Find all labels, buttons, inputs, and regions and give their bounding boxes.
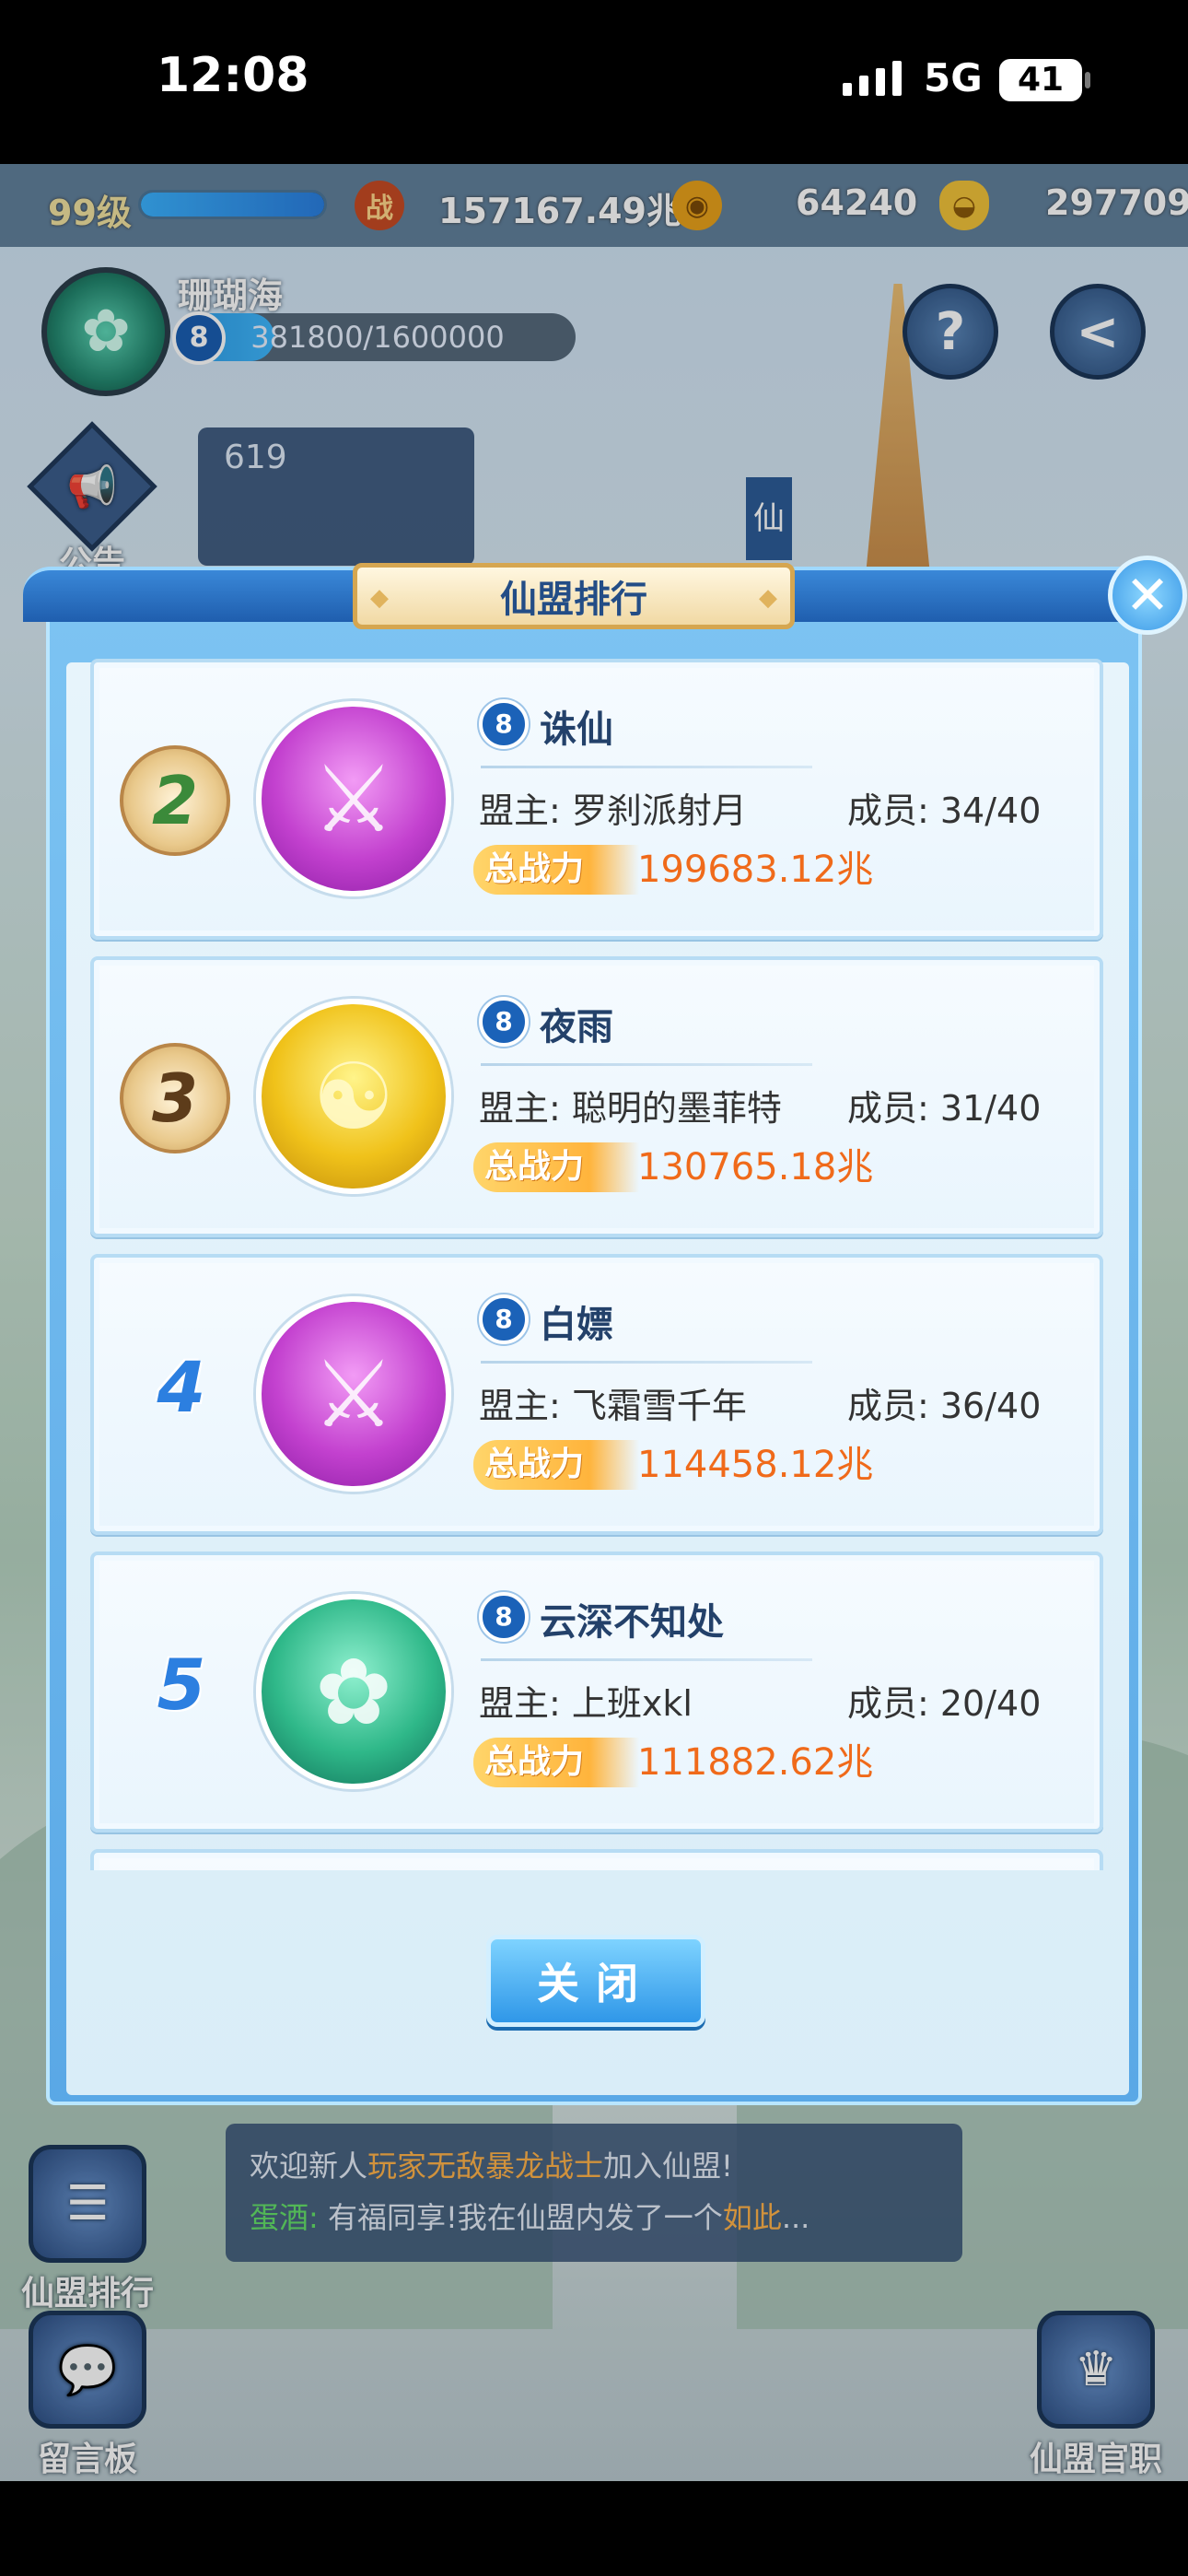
divider [481, 1658, 812, 1661]
guild-members: 成员: 20/40 [847, 1683, 1042, 1724]
power-label: 总战力 [473, 1440, 640, 1490]
battery-tip [1085, 72, 1090, 88]
guild-emblem-icon: ⚔ [256, 701, 451, 896]
ranking-row[interactable]: 4 ⚔ 8 白嫖 盟主: 飞霜雪千年 成员: 36/40 总战力 114458.… [90, 1254, 1103, 1535]
guild-power: 199683.12兆 [637, 849, 874, 891]
rank-number: 5 [157, 1644, 206, 1726]
guild-power: 114458.12兆 [637, 1444, 874, 1486]
guild-name: 云深不知处 [540, 1601, 724, 1644]
close-button[interactable]: 关闭 [486, 1935, 705, 2027]
guild-emblem-icon: ✿ [256, 1594, 451, 1789]
guild-power: 111882.62兆 [637, 1741, 874, 1784]
guild-leader: 盟主: 罗刹派射月 [479, 790, 747, 831]
guild-name: 夜雨 [540, 1006, 613, 1048]
ranking-row-partial[interactable] [90, 1849, 1103, 1870]
battery-icon: 41 [999, 59, 1082, 101]
guild-name: 诛仙 [540, 708, 613, 751]
power-label: 总战力 [473, 1142, 640, 1192]
bottom-bar [0, 2481, 1188, 2576]
ranking-list[interactable]: 2 ⚔ 8 诛仙 盟主: 罗刹派射月 成员: 34/40 总战力 199683.… [90, 659, 1103, 1870]
status-bar: 12:08 5G 41 [0, 0, 1188, 164]
guild-emblem-icon: ☯ [256, 999, 451, 1194]
guild-leader: 盟主: 飞霜雪千年 [479, 1386, 747, 1426]
ranking-row[interactable]: 2 ⚔ 8 诛仙 盟主: 罗刹派射月 成员: 34/40 总战力 199683.… [90, 659, 1103, 940]
dialog-title: 仙盟排行 [353, 563, 795, 629]
guild-level-badge: 8 [479, 1294, 529, 1344]
guild-name: 白嫖 [540, 1304, 613, 1346]
guild-ranking-dialog: 仙盟排行 ✕ 2 ⚔ 8 诛仙 盟主: 罗刹派射月 成员: 34/40 总战力 … [23, 556, 1187, 2105]
guild-members: 成员: 34/40 [847, 790, 1042, 831]
guild-level-badge: 8 [479, 699, 529, 749]
rank-medal-icon: 3 [120, 1043, 230, 1153]
guild-level-badge: 8 [479, 1592, 529, 1642]
guild-leader: 盟主: 上班xkl [479, 1683, 693, 1724]
divider [481, 1361, 812, 1364]
dialog-header: 仙盟排行 [23, 563, 1165, 629]
ranking-row[interactable]: 5 ✿ 8 云深不知处 盟主: 上班xkl 成员: 20/40 总战力 1118… [90, 1551, 1103, 1832]
guild-level-badge: 8 [479, 997, 529, 1047]
guild-emblem-icon: ⚔ [256, 1296, 451, 1492]
close-icon[interactable]: ✕ [1108, 556, 1187, 635]
rank-medal-icon: 2 [120, 745, 230, 856]
status-time: 12:08 [157, 48, 309, 103]
power-label: 总战力 [473, 845, 640, 895]
guild-leader: 盟主: 聪明的墨菲特 [479, 1088, 782, 1129]
divider [481, 766, 812, 768]
power-label: 总战力 [473, 1738, 640, 1787]
guild-members: 成员: 36/40 [847, 1386, 1042, 1426]
guild-power: 130765.18兆 [637, 1146, 874, 1188]
network-type: 5G [924, 55, 983, 100]
ranking-row[interactable]: 3 ☯ 8 夜雨 盟主: 聪明的墨菲特 成员: 31/40 总战力 130765… [90, 956, 1103, 1237]
rank-number: 4 [157, 1346, 206, 1428]
divider [481, 1063, 812, 1066]
guild-members: 成员: 31/40 [847, 1088, 1042, 1129]
signal-icon [843, 61, 902, 96]
